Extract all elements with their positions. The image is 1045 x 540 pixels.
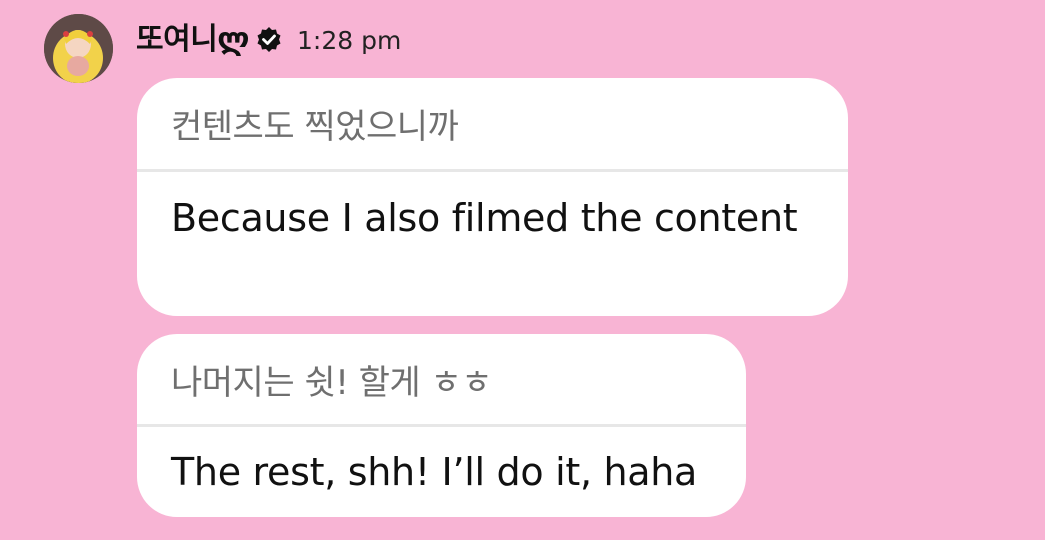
translated-text: Because I also filmed the content	[171, 196, 798, 240]
message-bubble[interactable]: 컨텐츠도 찍었으니까 Because I also filmed the con…	[137, 78, 848, 316]
message-header: 또여니ლ 1:28 pm	[136, 18, 401, 62]
sender-name[interactable]: 또여니ლ	[136, 25, 250, 55]
translated-text: The rest, shh! I’ll do it, haha	[171, 450, 698, 494]
avatar[interactable]	[44, 14, 113, 83]
avatar-image	[44, 14, 113, 83]
message-bubble[interactable]: 나머지는 쉿! 할게 ㅎㅎ The rest, shh! I’ll do it,…	[137, 334, 746, 517]
original-text: 컨텐츠도 찍었으니까	[171, 107, 459, 147]
original-text: 나머지는 쉿! 할게 ㅎㅎ	[171, 362, 493, 403]
verified-check-icon	[255, 26, 283, 54]
message-timestamp: 1:28 pm	[297, 25, 402, 55]
